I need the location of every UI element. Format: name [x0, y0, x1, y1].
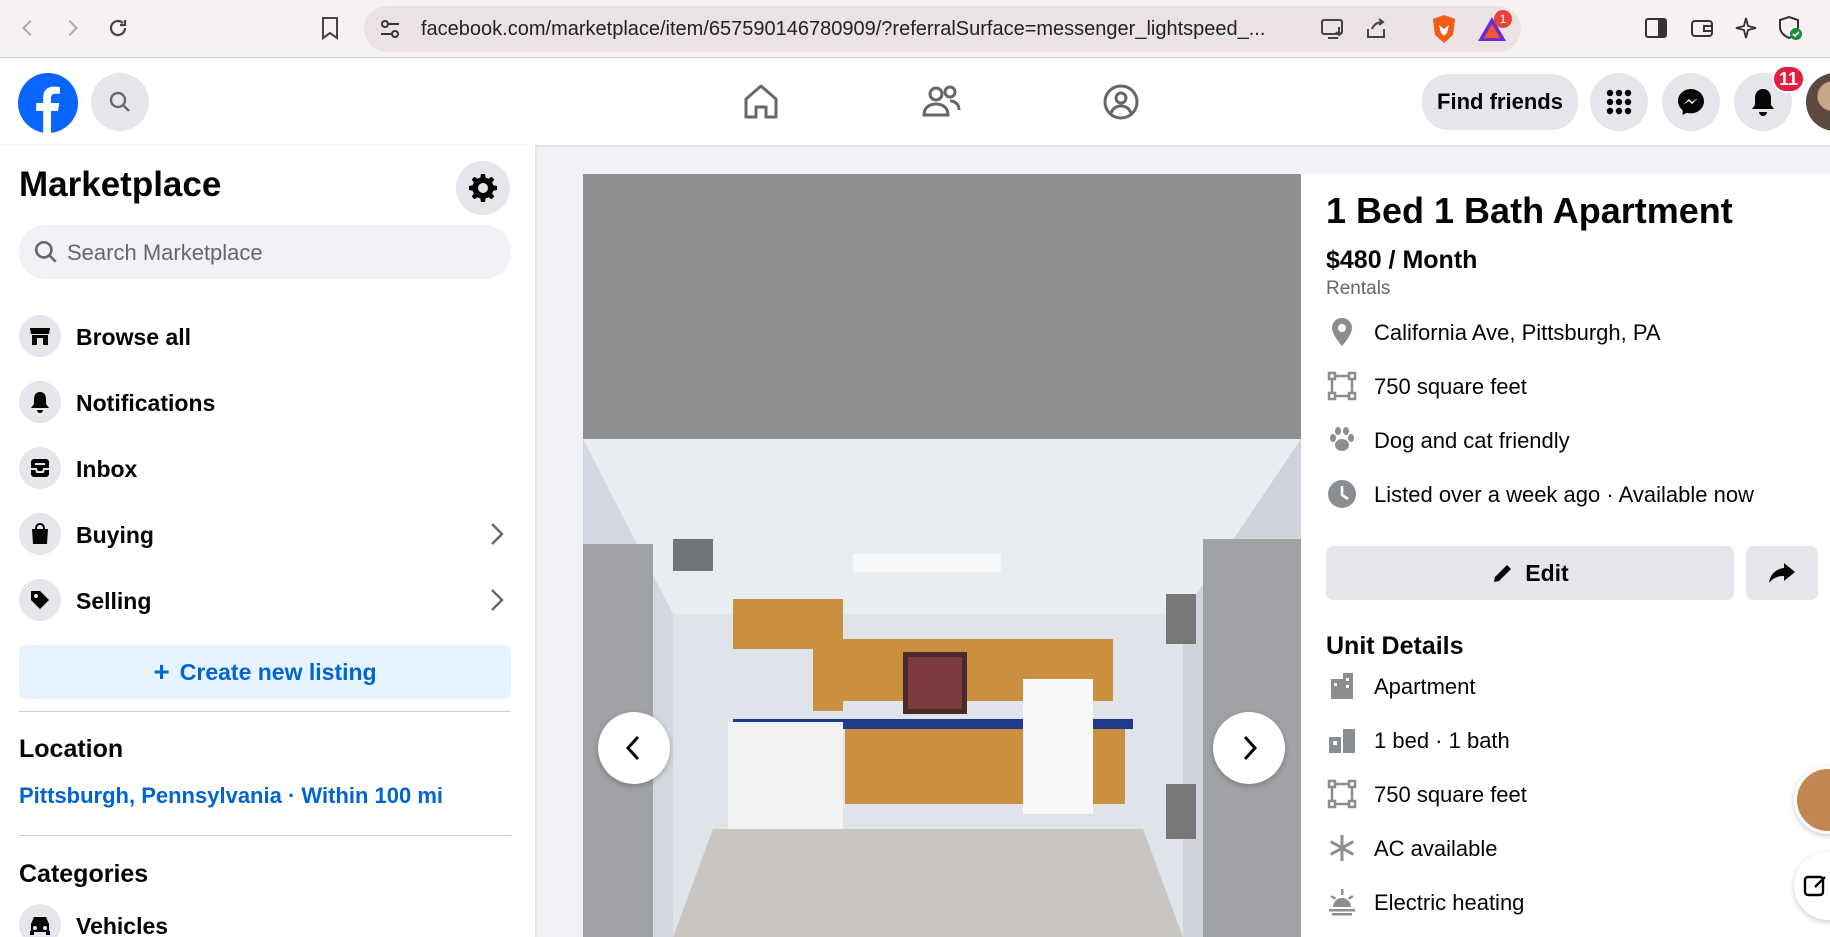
fb-search-icon[interactable]	[91, 73, 149, 131]
sidebar-item-label: Inbox	[76, 456, 138, 482]
share-page-icon[interactable]	[1364, 17, 1388, 46]
unit-detail-text: AC available	[1374, 836, 1498, 861]
facebook-header: Find friends 11	[0, 59, 1830, 145]
site-settings-icon[interactable]	[378, 17, 402, 46]
chevron-left-icon	[625, 735, 640, 761]
home-icon[interactable]	[740, 81, 782, 128]
chevron-right-icon	[487, 586, 507, 619]
heating-icon	[1326, 886, 1358, 918]
listing-photo[interactable]	[583, 174, 1301, 937]
browser-toolbar: facebook.com/marketplace/item/6575901467…	[0, 0, 1830, 58]
divider	[19, 835, 511, 836]
brave-shields-icon[interactable]	[1429, 13, 1459, 50]
sidebar-item-label: Selling	[76, 588, 152, 614]
forward-icon[interactable]	[56, 12, 88, 44]
search-input[interactable]: Search Marketplace	[19, 225, 511, 279]
sidebar-item-buying[interactable]: Buying	[19, 508, 517, 562]
unit-detail-text: Electric heating	[1374, 890, 1525, 915]
back-icon[interactable]	[12, 12, 44, 44]
facebook-logo-icon[interactable]	[18, 73, 78, 138]
price-tag-icon	[19, 579, 61, 621]
divider	[19, 711, 511, 712]
compose-icon	[1803, 875, 1826, 897]
sidebar-item-label: Vehicles	[76, 913, 169, 937]
share-button[interactable]	[1746, 546, 1818, 600]
address-bar[interactable]: facebook.com/marketplace/item/6575901467…	[364, 6, 1521, 52]
find-friends-button[interactable]: Find friends	[1422, 74, 1578, 130]
kitchen-photo-image	[583, 174, 1301, 937]
groups-icon[interactable]	[1100, 81, 1142, 128]
next-photo-button[interactable]	[1213, 712, 1285, 784]
previous-photo-button[interactable]	[598, 712, 670, 784]
fact-text: California Ave, Pittsburgh, PA	[1374, 320, 1661, 345]
sidebar-item-label: Browse all	[76, 324, 192, 350]
create-listing-button[interactable]: + Create new listing	[19, 645, 511, 699]
install-app-icon[interactable]	[1320, 17, 1346, 46]
categories-heading: Categories	[19, 860, 149, 888]
square-feet-icon	[1326, 778, 1358, 810]
leo-ai-icon[interactable]	[1730, 12, 1762, 44]
location-heading: Location	[19, 735, 124, 763]
vpn-icon[interactable]	[1774, 12, 1806, 44]
rooms-icon	[1326, 724, 1358, 756]
url-text: facebook.com/marketplace/item/6575901467…	[421, 18, 1266, 40]
share-arrow-icon	[1769, 563, 1795, 583]
menu-grid-icon[interactable]	[1590, 73, 1648, 131]
chevron-right-icon	[487, 520, 507, 553]
car-icon	[19, 904, 61, 937]
friends-icon[interactable]	[920, 81, 962, 128]
bell-icon	[19, 381, 61, 423]
fact-text: 750 square feet	[1374, 374, 1527, 399]
pencil-icon	[1494, 565, 1512, 582]
listing-title: 1 Bed 1 Bath Apartment	[1326, 190, 1733, 231]
bookmark-icon[interactable]	[314, 12, 346, 44]
sidebar-item-notifications[interactable]: Notifications	[19, 376, 517, 430]
category-item-vehicles[interactable]: Vehicles	[19, 899, 517, 937]
search-placeholder: Search Marketplace	[67, 240, 263, 265]
listing-details-panel: 1 Bed 1 Bath Apartment $480 / Month Rent…	[1301, 174, 1830, 937]
fact-text: Listed over a week ago · Available now	[1374, 482, 1754, 507]
rewards-badge: 1	[1494, 10, 1512, 28]
page-title: Marketplace	[19, 165, 222, 204]
paw-icon	[1326, 424, 1358, 456]
listing-category[interactable]: Rentals	[1326, 278, 1390, 300]
find-friends-label: Find friends	[1437, 89, 1563, 114]
avatar[interactable]	[1806, 73, 1830, 131]
marketplace-sidebar: Marketplace Search Marketplace Browse al…	[0, 145, 535, 937]
inbox-icon	[19, 447, 61, 489]
gear-icon[interactable]	[456, 161, 510, 215]
building-icon	[1326, 670, 1358, 702]
messenger-icon[interactable]	[1662, 73, 1720, 131]
snowflake-icon	[1326, 832, 1358, 864]
fact-text: Dog and cat friendly	[1374, 428, 1570, 453]
reload-icon[interactable]	[102, 12, 134, 44]
edit-label: Edit	[1525, 559, 1569, 586]
square-feet-icon	[1326, 370, 1358, 402]
notifications-badge: 11	[1772, 65, 1806, 93]
storefront-icon	[19, 315, 61, 357]
wallet-icon[interactable]	[1686, 12, 1718, 44]
shopping-bag-icon	[19, 513, 61, 555]
sidebar-item-label: Buying	[76, 522, 154, 548]
location-link[interactable]: Pittsburgh, Pennsylvania · Within 100 mi	[19, 783, 443, 809]
create-listing-label: Create new listing	[179, 658, 377, 685]
edit-button[interactable]: Edit	[1326, 546, 1734, 600]
unit-detail-text: 750 square feet	[1374, 782, 1527, 807]
unit-detail-text: 1 bed · 1 bath	[1374, 728, 1510, 753]
sidebar-item-inbox[interactable]: Inbox	[19, 442, 517, 496]
plus-icon: +	[153, 656, 170, 687]
chevron-right-icon	[1243, 735, 1258, 761]
search-icon	[33, 239, 59, 270]
listing-price: $480 / Month	[1326, 246, 1478, 274]
unit-detail-text: Apartment	[1374, 674, 1476, 699]
sidebar-toggle-icon[interactable]	[1640, 12, 1672, 44]
clock-icon	[1326, 478, 1358, 510]
sidebar-item-selling[interactable]: Selling	[19, 574, 517, 628]
sidebar-item-browse-all[interactable]: Browse all	[19, 310, 517, 364]
unit-details-heading: Unit Details	[1326, 632, 1464, 660]
location-pin-icon	[1326, 316, 1358, 348]
sidebar-item-label: Notifications	[76, 390, 216, 416]
